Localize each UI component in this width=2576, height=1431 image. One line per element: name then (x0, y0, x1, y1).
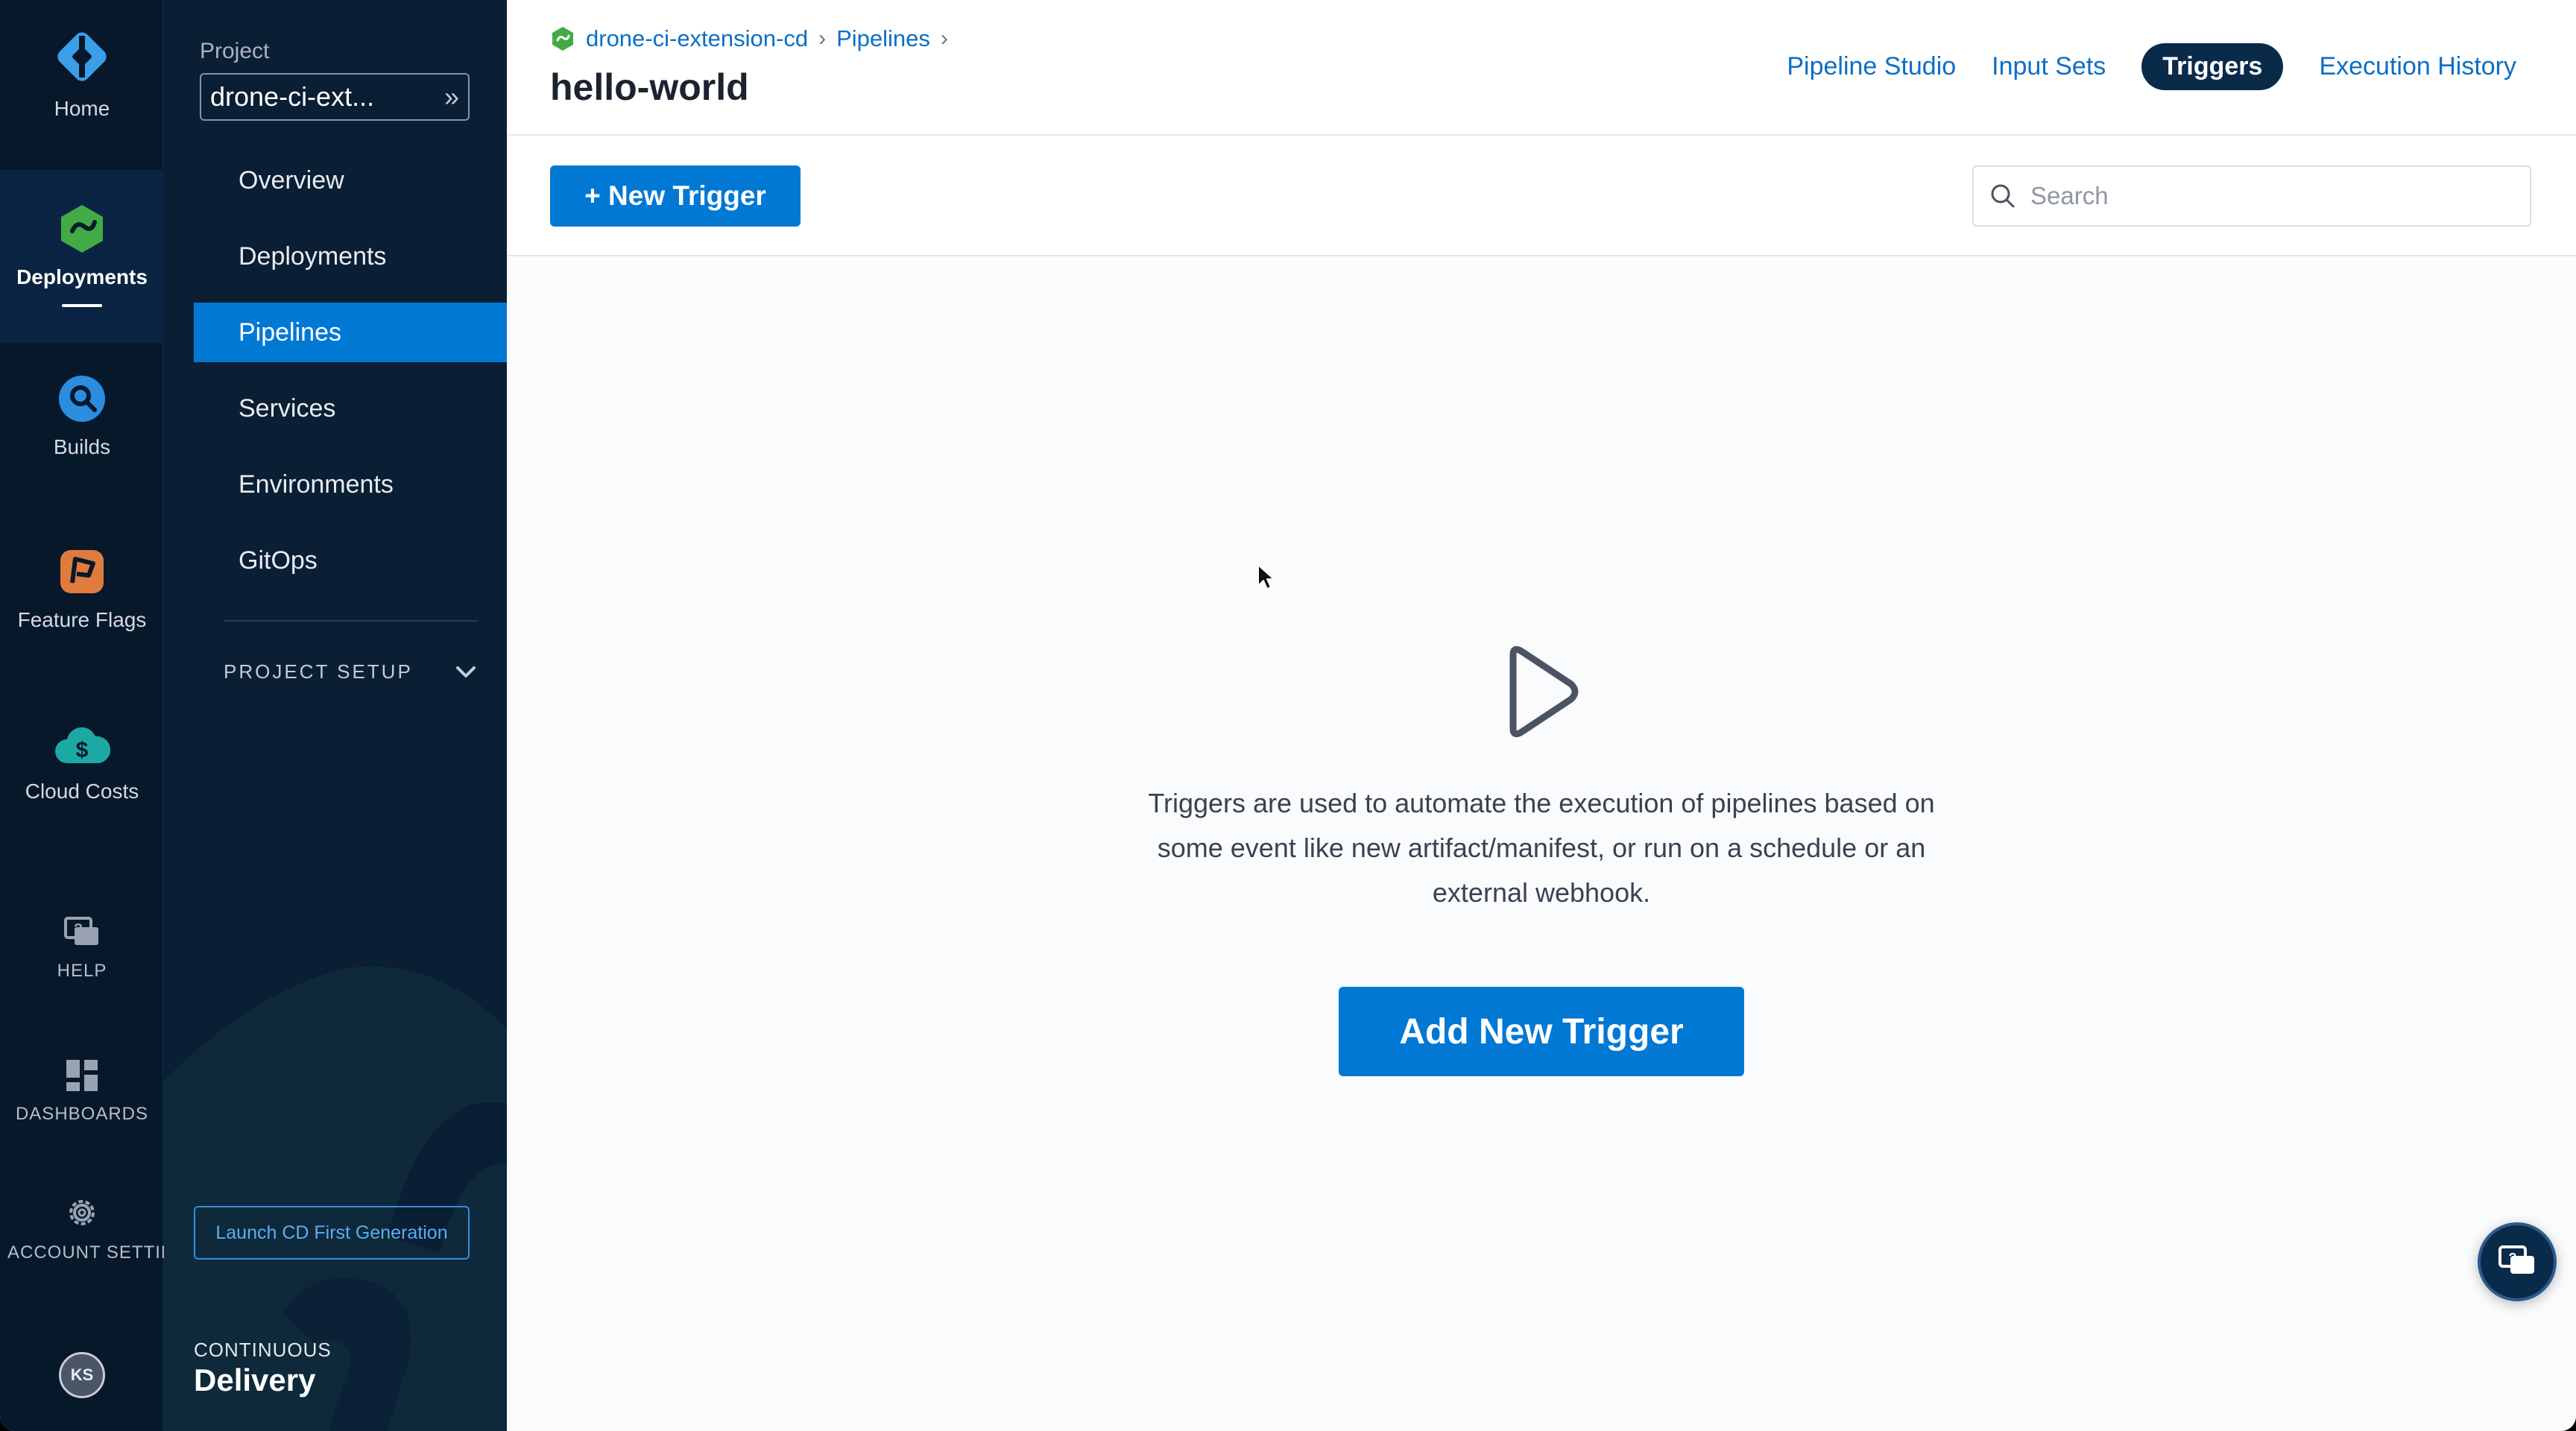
app-window: Home Deployments Builds Feature Flags $ … (0, 0, 2576, 1431)
launch-cd-first-generation-button[interactable]: Launch CD First Generation (194, 1206, 470, 1260)
play-icon (1509, 645, 1579, 738)
chat-icon: ? (2498, 1245, 2534, 1274)
empty-state-description: Triggers are used to automate the execut… (1148, 788, 1935, 908)
empty-state: Triggers are used to automate the execut… (507, 641, 2576, 1076)
rail-feature-flags[interactable]: Feature Flags (0, 546, 164, 632)
sidebar-item-gitops[interactable]: GitOps (194, 531, 507, 590)
project-label: Project (200, 39, 270, 63)
breadcrumb-pipelines[interactable]: Pipelines (836, 25, 930, 52)
pipeline-tabs: Pipeline Studio Input Sets Triggers Exec… (1787, 43, 2516, 90)
double-chevron-right-icon: » (443, 81, 459, 112)
avatar: KS (59, 1352, 105, 1398)
sidebar-item-services[interactable]: Services (194, 379, 507, 438)
breadcrumb-chevron-icon: › (940, 26, 948, 51)
sidebar-item-deployments[interactable]: Deployments (194, 227, 507, 286)
module-name: Delivery (194, 1362, 316, 1397)
rail-help[interactable]: ? HELP (0, 915, 164, 982)
search-placeholder: Search (2030, 182, 2109, 209)
tab-execution-history[interactable]: Execution History (2319, 52, 2516, 81)
builds-icon (59, 376, 105, 422)
rail-help-label: HELP (57, 961, 107, 981)
new-trigger-button[interactable]: + New Trigger (550, 165, 801, 227)
project-setup-toggle[interactable]: PROJECT SETUP (224, 660, 477, 683)
svg-text:?: ? (2509, 1251, 2517, 1266)
support-chat-button[interactable]: ? (2478, 1222, 2557, 1301)
help-icon: ? (64, 917, 98, 945)
tab-triggers[interactable]: Triggers (2141, 43, 2284, 90)
rail-account-settings[interactable]: ACCOUNT SETTINGS (0, 1194, 202, 1264)
cloud-costs-icon: $ (55, 727, 110, 763)
module-name-prefix: CONTINUOUS (194, 1339, 332, 1361)
rail-dashboards-label: DASHBOARDS (15, 1104, 149, 1124)
harness-logo-icon (57, 32, 107, 81)
rail-dashboards[interactable]: DASHBOARDS (0, 1058, 164, 1125)
rail-home-label: Home (54, 97, 110, 120)
triggers-toolbar: + New Trigger Search (507, 136, 2576, 256)
sidebar-item-environments[interactable]: Environments (194, 455, 507, 514)
search-icon (1991, 184, 2015, 208)
rail-deployments-label: Deployments (16, 265, 148, 288)
tab-pipeline-studio[interactable]: Pipeline Studio (1787, 52, 1956, 81)
svg-text:?: ? (74, 921, 83, 938)
gear-icon (69, 1200, 95, 1225)
active-indicator (62, 304, 102, 307)
mouse-cursor-icon (1257, 564, 1275, 590)
main-content: drone-ci-extension-cd › Pipelines › hell… (507, 0, 2576, 1431)
tab-input-sets[interactable]: Input Sets (1992, 52, 2106, 81)
project-name: drone-ci-ext... (210, 81, 375, 112)
breadcrumb-project[interactable]: drone-ci-extension-cd (586, 25, 808, 52)
rail-account-settings-label: ACCOUNT SETTINGS (7, 1242, 202, 1263)
rail-builds-label: Builds (53, 435, 111, 458)
project-setup-label: PROJECT SETUP (224, 660, 413, 683)
sidebar-item-overview[interactable]: Overview (194, 151, 507, 210)
search-input[interactable]: Search (1972, 165, 2531, 227)
page-header: drone-ci-extension-cd › Pipelines › hell… (507, 0, 2576, 136)
breadcrumb: drone-ci-extension-cd › Pipelines › (550, 25, 948, 52)
breadcrumb-chevron-icon: › (818, 26, 827, 51)
page-title: hello-world (550, 66, 749, 108)
rail-builds[interactable]: Builds (0, 373, 164, 459)
rail-home[interactable]: Home (0, 27, 164, 121)
sidebar-divider (224, 620, 477, 622)
module-rail: Home Deployments Builds Feature Flags $ … (0, 0, 202, 1431)
svg-text:$: $ (76, 738, 89, 762)
project-sidebar: Project drone-ci-ext... » Overview Deplo… (164, 0, 507, 1431)
add-new-trigger-button[interactable]: Add New Trigger (1339, 987, 1744, 1076)
rail-deployments[interactable]: Deployments (0, 170, 164, 343)
rail-cloud-costs-label: Cloud Costs (25, 780, 139, 803)
project-selector[interactable]: drone-ci-ext... » (200, 73, 470, 121)
rail-profile[interactable]: KS (0, 1352, 164, 1398)
sidebar-item-pipelines[interactable]: Pipelines (194, 303, 507, 362)
rail-feature-flags-label: Feature Flags (17, 608, 147, 631)
chevron-down-icon (456, 666, 476, 677)
dashboards-icon (66, 1060, 98, 1091)
deployments-icon (61, 205, 103, 253)
feature-flags-icon (60, 550, 104, 593)
rail-cloud-costs[interactable]: $ Cloud Costs (0, 721, 164, 803)
project-icon (552, 27, 573, 51)
